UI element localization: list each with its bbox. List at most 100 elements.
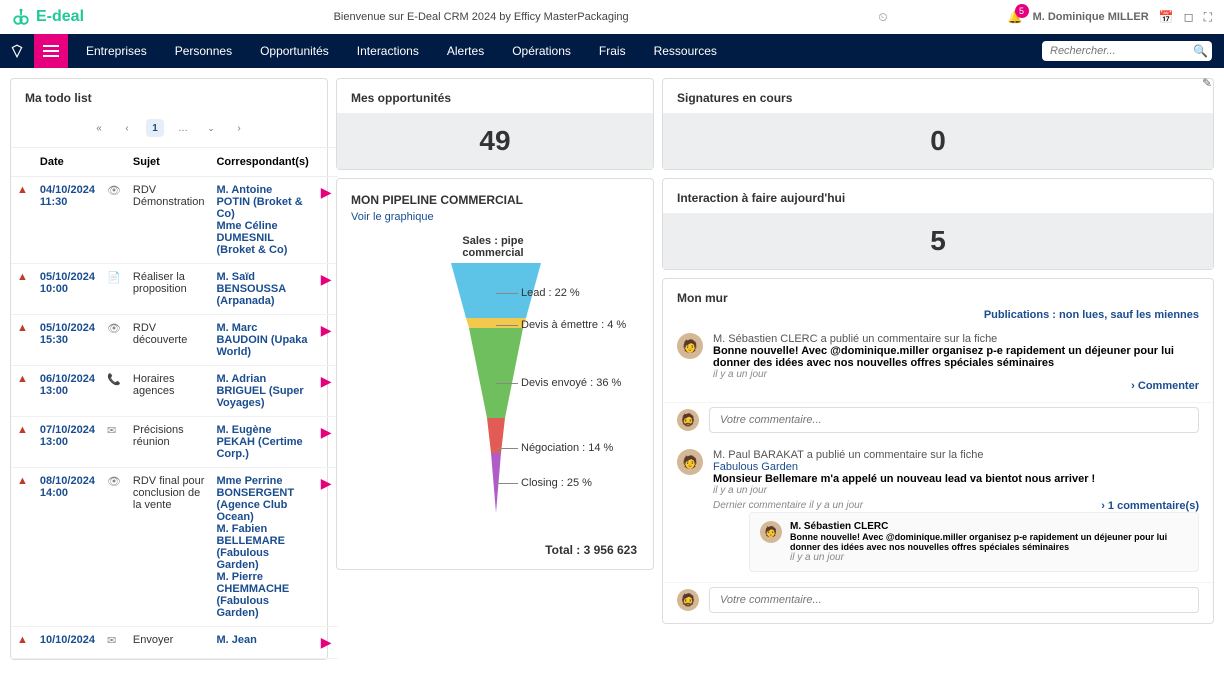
- todo-row[interactable]: ▲05/10/202415:30👁RDV découverteM. Marc B…: [11, 315, 338, 366]
- pipeline-title: MON PIPELINE COMMERCIAL: [337, 179, 653, 211]
- pager-more-button[interactable]: …: [174, 119, 192, 137]
- todo-row[interactable]: ▲10/10/2024✉EnvoyerM. Jean▶: [11, 627, 338, 659]
- todo-date[interactable]: 07/10/202413:00: [40, 424, 95, 448]
- todo-correspondents[interactable]: M. Adrian BRIGUEL (Super Voyages): [210, 366, 314, 417]
- todo-correspondents[interactable]: M. Antoine POTIN (Broket & Co)Mme Céline…: [210, 177, 314, 264]
- channel-icon: 👁: [107, 476, 121, 488]
- nav-item-opportunités[interactable]: Opportunités: [260, 44, 329, 58]
- pager-prev-button[interactable]: [118, 119, 136, 137]
- logo-icon: [12, 8, 30, 26]
- funnel-stage-label: Closing : 25 %: [521, 477, 592, 489]
- play-button[interactable]: ▶: [321, 322, 332, 338]
- funnel-stage-label: Lead : 22 %: [521, 287, 580, 299]
- topbar: E-deal Bienvenue sur E-Deal CRM 2024 by …: [0, 0, 1224, 34]
- todo-subject: Réaliser la proposition: [127, 264, 211, 315]
- nav-item-opérations[interactable]: Opérations: [512, 44, 571, 58]
- channel-icon: 📞: [107, 374, 121, 386]
- todo-subject: Précisions réunion: [127, 417, 211, 468]
- post-time: il y a un jour: [713, 369, 1199, 380]
- funnel-stage-label: Devis à émettre : 4 %: [521, 319, 626, 331]
- logo-text: E-deal: [36, 8, 84, 26]
- pager-current-page[interactable]: 1: [146, 119, 164, 137]
- play-button[interactable]: ▶: [321, 373, 332, 389]
- tablet-icon[interactable]: ◻: [1184, 10, 1194, 24]
- todo-subject: RDV découverte: [127, 315, 211, 366]
- todo-table: Date Sujet Correspondant(s) ▲ 04/10/20241…: [11, 147, 338, 659]
- nav-item-alertes[interactable]: Alertes: [447, 44, 484, 58]
- todo-correspondents[interactable]: Mme Perrine BONSERGENT (Agence Club Ocea…: [210, 468, 314, 627]
- wall-card: Mon mur Publications : non lues, sauf le…: [662, 278, 1214, 624]
- nav-item-ressources[interactable]: Ressources: [654, 44, 717, 58]
- current-user-label[interactable]: M. Dominique MILLER: [1033, 11, 1149, 23]
- comment-action-link[interactable]: › Commenter: [713, 380, 1199, 392]
- todo-row[interactable]: ▲ 05/10/202410:00 📄 Réaliser la proposition…: [11, 264, 338, 315]
- home-diamond-button[interactable]: [0, 44, 34, 58]
- todo-date[interactable]: 04/10/202411:30: [40, 184, 95, 208]
- nav-item-entreprises[interactable]: Entreprises: [86, 44, 147, 58]
- channel-icon: 👁: [107, 323, 121, 335]
- post-record-link[interactable]: Fabulous Garden: [713, 461, 798, 473]
- pager-dropdown-button[interactable]: [202, 119, 220, 137]
- avatar: 🧔: [677, 589, 699, 611]
- opportunities-card: Mes opportunités 49: [336, 78, 654, 170]
- comment-field[interactable]: [709, 407, 1199, 433]
- comment-field[interactable]: [709, 587, 1199, 613]
- todo-date[interactable]: 05/10/202415:30: [40, 322, 95, 346]
- channel-icon: 📄: [107, 272, 121, 284]
- pager-next-button[interactable]: [230, 119, 248, 137]
- search-input[interactable]: [1050, 45, 1193, 57]
- more-comments-link[interactable]: › 1 commentaire(s): [1101, 500, 1199, 512]
- todo-date[interactable]: 08/10/202414:00: [40, 475, 95, 499]
- play-button[interactable]: ▶: [321, 475, 332, 491]
- warning-icon: ▲: [17, 271, 28, 283]
- pipeline-card: MON PIPELINE COMMERCIAL Voir le graphiqu…: [336, 178, 654, 570]
- todo-correspondents[interactable]: M. Marc BAUDOIN (Upaka World): [210, 315, 314, 366]
- todo-date[interactable]: 05/10/202410:00: [40, 271, 95, 295]
- todo-correspondents[interactable]: M. Jean: [210, 627, 314, 659]
- todo-row[interactable]: ▲04/10/202411:30👁RDV DémonstrationM. Ant…: [11, 177, 338, 264]
- avatar: 🧑: [760, 521, 782, 543]
- todo-date[interactable]: 06/10/202413:00: [40, 373, 95, 397]
- interactions-count: 5: [663, 213, 1213, 269]
- th-date[interactable]: Date: [34, 148, 101, 177]
- todo-correspondents[interactable]: M. Saïd BENSOUSSA (Arpanada): [210, 264, 314, 315]
- signatures-count: 0: [663, 113, 1213, 169]
- expand-icon[interactable]: ⛶: [1204, 10, 1212, 25]
- todo-date[interactable]: 10/10/2024: [40, 634, 95, 646]
- main-navbar: Entreprises Personnes Opportunités Interact…: [0, 34, 1224, 68]
- nested-author: M. Sébastien CLERC: [790, 521, 1188, 532]
- notifications-button[interactable]: 🔔 5: [1008, 10, 1023, 24]
- play-button[interactable]: ▶: [321, 424, 332, 440]
- todo-row[interactable]: ▲07/10/202413:00✉Précisions réunionM. Eu…: [11, 417, 338, 468]
- todo-correspondents[interactable]: M. Eugène PEKAH (Certime Corp.): [210, 417, 314, 468]
- nav-item-interactions[interactable]: Interactions: [357, 44, 419, 58]
- signatures-card: Signatures en cours 0: [662, 78, 1214, 170]
- clock-icon[interactable]: ⏲: [878, 10, 887, 25]
- play-button[interactable]: ▶: [321, 634, 332, 650]
- channel-icon: ✉: [107, 425, 116, 437]
- todo-card: Ma todo list 1 … Date Sujet Correspondan…: [10, 78, 328, 660]
- channel-icon: ✉: [107, 635, 116, 647]
- global-search[interactable]: 🔍: [1042, 41, 1212, 61]
- warning-icon: ▲: [17, 373, 28, 385]
- th-correspondants[interactable]: Correspondant(s): [210, 148, 314, 177]
- calendar-icon[interactable]: 📅: [1159, 10, 1174, 24]
- play-button[interactable]: ▶: [321, 271, 332, 287]
- pipeline-view-graph-link[interactable]: Voir le graphique: [337, 211, 653, 231]
- diamond-icon: [10, 44, 24, 58]
- th-sujet[interactable]: Sujet: [127, 148, 211, 177]
- warning-icon: ▲: [17, 475, 28, 487]
- menu-toggle-button[interactable]: [34, 34, 68, 68]
- logo[interactable]: E-deal: [12, 8, 84, 26]
- todo-row[interactable]: ▲06/10/202413:00📞Horaires agencesM. Adri…: [11, 366, 338, 417]
- post-body-text: Bonne nouvelle! Avec @dominique.miller o…: [713, 345, 1199, 369]
- interactions-title: Interaction à faire aujourd'hui: [663, 179, 1213, 213]
- wall-filter-link[interactable]: Publications : non lues, sauf les mienne…: [663, 309, 1213, 327]
- play-button[interactable]: ▶: [321, 184, 332, 200]
- nav-item-personnes[interactable]: Personnes: [175, 44, 232, 58]
- pager-first-button[interactable]: [90, 119, 108, 137]
- todo-row[interactable]: ▲08/10/202414:00👁RDV final pour conclusi…: [11, 468, 338, 627]
- nav-item-frais[interactable]: Frais: [599, 44, 626, 58]
- warning-icon: ▲: [17, 184, 28, 196]
- edit-dashboard-button[interactable]: ✎: [1202, 76, 1212, 90]
